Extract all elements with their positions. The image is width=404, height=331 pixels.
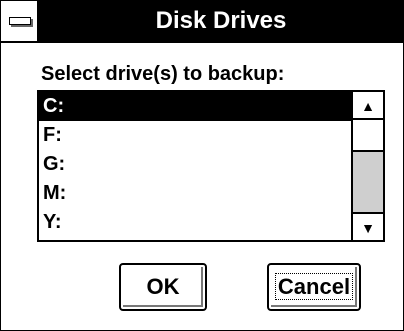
- vertical-scrollbar[interactable]: ▲ ▼: [351, 92, 383, 240]
- dialog-title: Disk Drives: [155, 7, 287, 34]
- disk-drives-dialog: Disk Drives Select drive(s) to backup: C…: [0, 0, 404, 331]
- scroll-thumb[interactable]: [353, 120, 383, 152]
- scroll-up-arrow-icon[interactable]: ▲: [353, 92, 383, 120]
- cancel-button-label: Cancel: [274, 273, 354, 300]
- ok-button[interactable]: OK: [119, 263, 207, 311]
- system-menu-button[interactable]: [1, 1, 39, 41]
- drive-item-f[interactable]: F:: [39, 121, 351, 150]
- drive-item-g[interactable]: G:: [39, 150, 351, 179]
- cancel-button[interactable]: Cancel: [267, 263, 361, 311]
- drive-list: C: F: G: M: Y:: [39, 92, 351, 240]
- drive-listbox[interactable]: C: F: G: M: Y: ▲ ▼: [37, 90, 385, 242]
- system-menu-icon: [9, 17, 31, 25]
- drive-item-c[interactable]: C:: [39, 92, 351, 121]
- title-bar: Disk Drives: [1, 1, 403, 43]
- drive-item-m[interactable]: M:: [39, 179, 351, 208]
- cancel-button-label-wrap: Cancel: [269, 265, 359, 309]
- select-drives-label: Select drive(s) to backup:: [41, 63, 285, 85]
- ok-button-label: OK: [146, 274, 180, 299]
- scroll-down-arrow-icon[interactable]: ▼: [353, 212, 383, 240]
- drive-item-y[interactable]: Y:: [39, 208, 351, 237]
